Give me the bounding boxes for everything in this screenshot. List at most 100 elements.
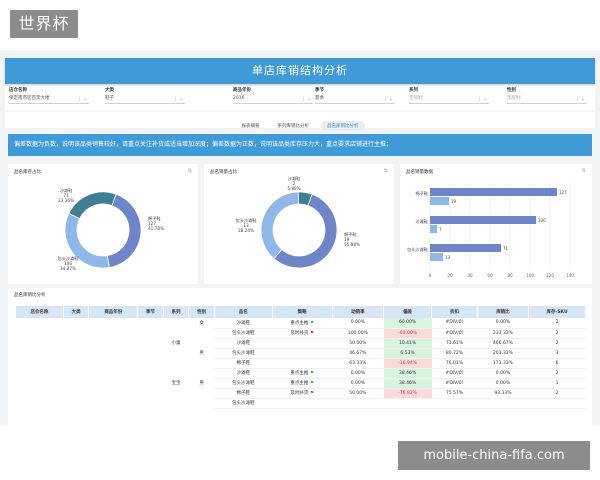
donut-slice-2[interactable] [68,191,117,220]
table-cell [189,398,215,408]
table-cell: 0.00% [477,368,529,379]
table-cell [477,398,529,409]
page-title: 单店库销结构分析 [5,58,595,84]
bar-1-1[interactable] [430,225,437,233]
donut-slice-1[interactable] [260,191,299,260]
filter-select[interactable]: 无限制 | ⌄ [507,94,587,104]
column-header[interactable]: 大类 [63,306,90,318]
filter-select[interactable]: 夏季 | ⌄ [315,94,395,104]
table-cell [89,328,138,338]
divider: | [576,96,578,102]
column-header[interactable]: 策略 [272,306,333,318]
x-tick-label: 20 [447,273,453,278]
table-cell: 80.72% [431,348,478,359]
filter-1: 大类 鞋子 | ⌄ [105,87,185,104]
tab-2[interactable]: 品名库销比分析 [321,121,365,131]
filter-bar: 店仓名称 保定南市区百货大楼 | ⌄ 大类 鞋子 | ⌄ 商品年份 2016 | ⌄ 季节 夏季 | ⌄ 系列无… [5,86,595,110]
table-cell [138,388,164,398]
column-header[interactable]: 商品年份 [88,306,139,318]
table-cell: 38.46% [383,378,432,389]
column-header[interactable]: 品名 [214,306,273,318]
column-header[interactable]: 库存-SKU [528,306,586,318]
table-cell: 及时补货 ⚑ [272,328,333,339]
chevron-down-icon[interactable]: ⌄ [483,94,487,104]
table-row[interactable]: 男 包头沙滩鞋 46.67% 6.53% 80.72% 203.33% 3 [16,348,586,359]
table-row[interactable]: 包头沙滩鞋 [16,398,586,409]
table-row[interactable]: 包头沙滩鞋 及时补货 ⚑ 100.00% -60.00% #DIV/0! 233.33% 2 [16,328,586,339]
table-cell [383,398,432,409]
table-cell [138,378,164,388]
chevron-down-icon[interactable]: ⌄ [307,94,311,104]
table-cell: 38.46% [383,368,432,379]
table-cell [138,398,164,408]
table-cell [89,368,138,378]
bar-0-0[interactable] [430,188,557,196]
column-header[interactable]: 动销率 [332,306,385,318]
x-tick-label: 0 [429,273,432,278]
table-cell: 棉子鞋 [214,388,273,399]
table-cell [272,348,333,359]
table-cell [138,318,164,328]
filter-label: 店仓名称 [9,88,27,93]
filter-select[interactable]: 2016 | ⌄ [233,94,313,104]
table-row[interactable]: 棉子鞋 及时补货 ⚑ 50.00% -76.92% 75.57% 93.33% 2 [16,388,586,399]
brand-watermark: 世界杯 [10,10,78,38]
table-cell: 93.33% [477,388,529,399]
card-title: 品名销量数据 [406,170,433,175]
filter-select[interactable]: 鞋子 | ⌄ [105,94,185,104]
chevron-down-icon[interactable]: ⌄ [83,94,87,104]
table-cell: #DIV/0! [431,368,478,379]
bar-2-0[interactable] [430,244,501,252]
table-row[interactable]: 棉子鞋 63.33% -16.94% 76.01% 173.33% 6 [16,358,586,369]
divider: | [78,96,80,102]
filter-0: 店仓名称 保定南市区百货大楼 | ⌄ [9,87,89,104]
filter-label: 大类 [105,88,114,93]
donut-label-1-2: 34.87% [60,266,76,271]
table-row[interactable]: 小童 沙滩鞋 50.00% 10.41% 71.61% 466.67% 2 [16,338,586,349]
table-cell: 及时补货 ⚑ [272,388,333,399]
sort-icon[interactable]: ⇅ [384,168,388,174]
divider: | [302,96,304,102]
table-cell: 2 [528,368,586,379]
table-cell [89,398,138,408]
table-cell: 0.00% [477,378,529,389]
bar-1-0[interactable] [430,216,536,224]
sort-icon[interactable]: ⇅ [188,168,192,174]
table-cell [138,358,164,368]
y-category-label: 沙滩鞋 [415,218,428,225]
donut-label-2-2: 23.36% [58,198,74,203]
bar-0-1[interactable] [430,197,449,205]
column-header[interactable]: 库销比 [477,306,530,318]
table-cell: 包头沙滩鞋 [214,348,273,359]
chevron-down-icon[interactable]: ⌄ [389,94,393,104]
table-cell [63,328,89,338]
chevron-down-icon[interactable]: ⌄ [179,94,183,104]
table-cell: 75.57% [431,388,478,399]
chevron-down-icon[interactable]: ⌄ [581,94,585,104]
table-cell [16,388,63,398]
donut-label-1-2: 38.24% [238,228,254,233]
column-header[interactable]: 季节 [137,306,164,318]
table-cell: 2 [528,318,586,329]
table-cell: 0.00% [332,378,384,389]
column-header[interactable]: 性别 [188,306,215,318]
table-cell: 203.33% [477,348,529,359]
table-row[interactable]: 女沙滩鞋 重点主推 ⚑ 0.00% 60.00% #DIV/0! 0.00% 2 [16,318,586,329]
strategy-text: 重点主推 [290,320,309,326]
tab-0[interactable]: 报表摘要 [236,121,266,131]
column-header[interactable]: 折扣 [431,306,478,318]
filter-select[interactable]: 保定南市区百货大楼 | ⌄ [9,94,89,104]
table-cell: 50.00% [332,338,384,349]
table-cell: 2 [528,328,586,339]
sort-icon[interactable]: ⇅ [582,168,586,174]
table-row[interactable]: 宝宝男包头沙滩鞋 重点主推 ⚑ 0.00% 38.46% #DIV/0! 0.00% 1 [16,378,586,389]
column-header[interactable]: 偏差 [383,306,433,318]
table-row[interactable]: 沙滩鞋 重点主推 ⚑ 0.00% 38.46% #DIV/0! 0.00% 2 [16,368,586,379]
tab-1[interactable]: 系列库销比分析 [272,121,316,131]
bar-2-1[interactable] [430,253,443,261]
filter-select[interactable]: 无限制 | ⌄ [409,94,489,104]
column-header[interactable]: 店仓名称 [16,306,64,318]
stock-donut-chart: 棉子鞋12741.78%包头沙滩鞋10634.87%沙滩鞋7123.36% [58,187,164,271]
table-cell [138,338,164,348]
column-header[interactable]: 系列 [163,306,190,318]
